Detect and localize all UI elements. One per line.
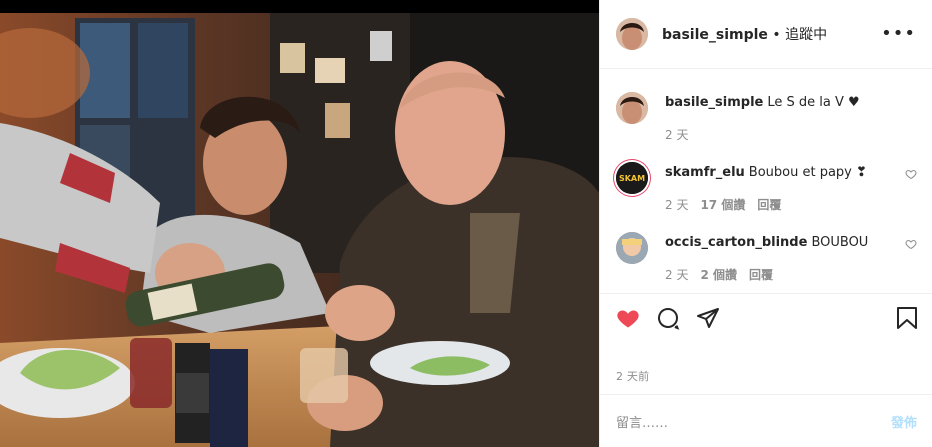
- follow-status[interactable]: • 追蹤中: [768, 27, 827, 43]
- comment-meta: 2 天 2 個讚 回覆: [665, 266, 773, 283]
- comment-time[interactable]: 2 天: [665, 266, 688, 283]
- comment-likes[interactable]: 2 個讚: [700, 266, 737, 283]
- share-icon[interactable]: [696, 306, 720, 330]
- caption: basile_simple Le S de la V ♥ 2 天: [616, 70, 917, 142]
- post-timestamp[interactable]: 2 天前: [616, 368, 649, 384]
- comment-heart-icon[interactable]: [905, 238, 917, 250]
- avatar-image: [616, 18, 648, 50]
- reply-button[interactable]: 回覆: [749, 266, 773, 283]
- bookmark-icon[interactable]: [896, 306, 918, 330]
- avatar-logo-text: SKAM: [619, 174, 645, 183]
- comment-username[interactable]: occis_carton_blinde: [665, 235, 807, 250]
- more-icon[interactable]: •••: [881, 25, 916, 43]
- avatar[interactable]: [616, 18, 648, 50]
- comment-body: occis_carton_blinde BOUBOU: [665, 234, 889, 252]
- comment-icon[interactable]: [656, 306, 680, 330]
- post-side-panel: basile_simple • 追蹤中 ••• basile_simple Le …: [599, 0, 932, 447]
- avatar-image: [616, 232, 648, 264]
- heart-icon[interactable]: [616, 306, 640, 330]
- comment-username[interactable]: basile_simple: [665, 95, 763, 110]
- post-header: basile_simple • 追蹤中 •••: [600, 0, 932, 69]
- post-button[interactable]: 發佈: [891, 412, 917, 431]
- list-item: SKAM skamfr_elu Boubou et papy ❣ 2 天 17 個…: [616, 140, 917, 212]
- avatar-image: [616, 92, 648, 124]
- add-comment-bar: 留言…… 發佈: [600, 394, 932, 447]
- comment-text: Le S de la V ♥: [767, 95, 860, 110]
- avatar[interactable]: [616, 92, 648, 124]
- header-user: basile_simple • 追蹤中: [662, 24, 827, 44]
- avatar[interactable]: SKAM: [616, 162, 648, 194]
- comments-list: basile_simple Le S de la V ♥ 2 天 SKAM ska…: [600, 70, 932, 292]
- comment-username[interactable]: skamfr_elu: [665, 165, 745, 180]
- instagram-post-view: basile_simple • 追蹤中 ••• basile_simple Le …: [0, 0, 932, 447]
- photo-illustration: [0, 13, 599, 447]
- comment-body: basile_simple Le S de la V ♥: [665, 94, 889, 112]
- action-bar: [600, 293, 932, 347]
- comment-heart-icon[interactable]: [905, 168, 917, 180]
- username-link[interactable]: basile_simple: [662, 27, 768, 43]
- comment-text: BOUBOU: [811, 235, 869, 250]
- comment-body: skamfr_elu Boubou et papy ❣: [665, 164, 889, 182]
- comment-text: Boubou et papy ❣: [748, 165, 867, 180]
- avatar[interactable]: [616, 232, 648, 264]
- post-photo[interactable]: [0, 0, 599, 447]
- list-item: occis_carton_blinde BOUBOU 2 天 2 個讚 回覆: [616, 210, 917, 283]
- comment-input[interactable]: 留言……: [616, 412, 668, 431]
- avatar-image: SKAM: [616, 162, 648, 194]
- photo-top-border: [0, 0, 599, 13]
